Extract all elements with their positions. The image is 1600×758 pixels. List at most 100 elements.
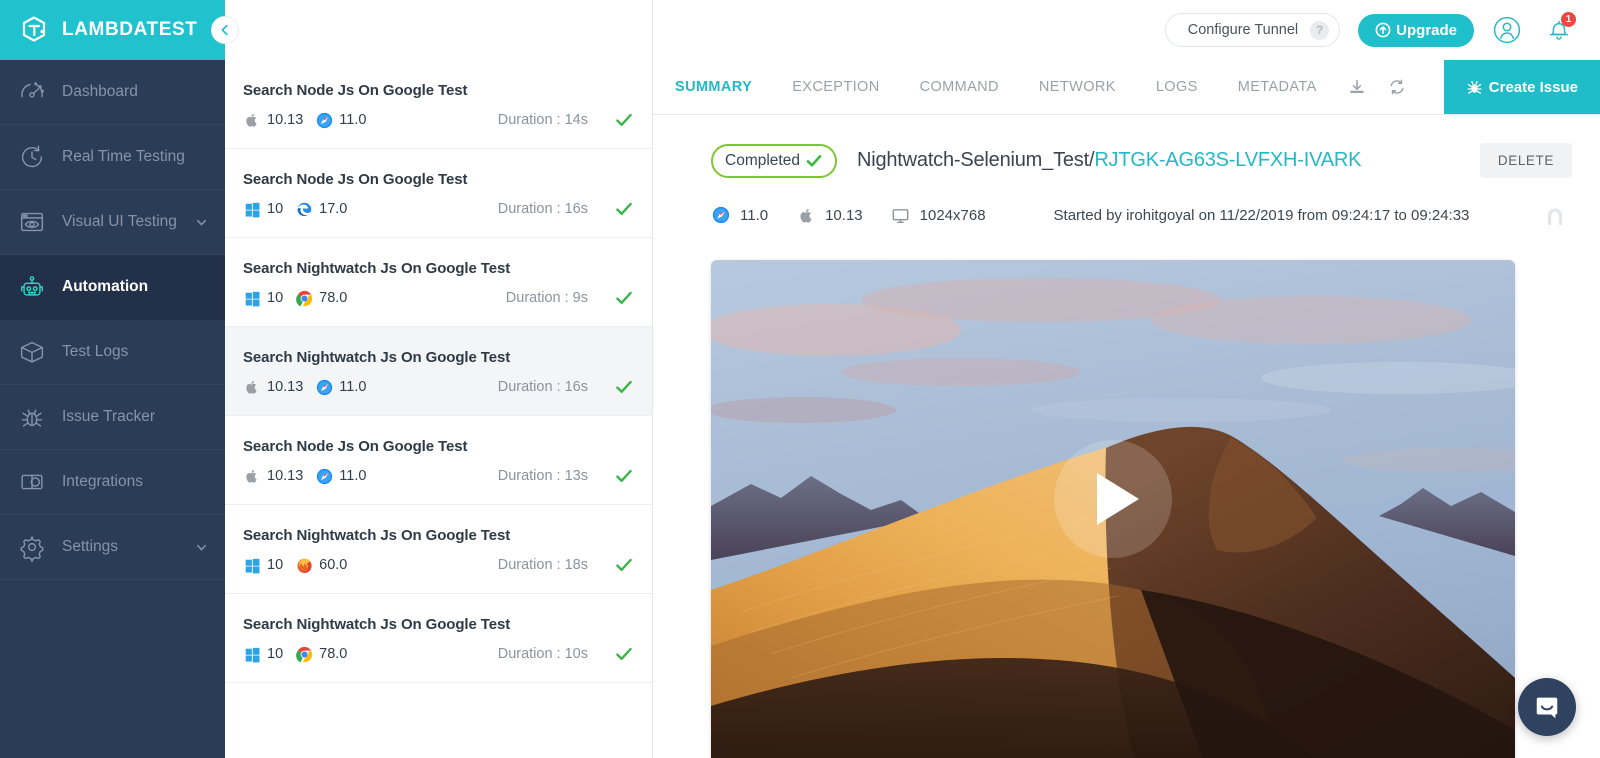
- green-check-icon: [805, 152, 823, 170]
- test-item-title: Search Node Js On Google Test: [243, 171, 634, 188]
- sidebar-item-label: Real Time Testing: [62, 148, 185, 166]
- refresh-button[interactable]: [1377, 60, 1417, 114]
- test-list: Search Node Js On Google Test 10.13 11.0 Du…: [225, 60, 652, 683]
- tab-summary[interactable]: SUMMARY: [653, 60, 772, 114]
- bug-icon: [1466, 79, 1483, 96]
- test-list-item[interactable]: Search Node Js On Google Test10.1311.0Du…: [225, 416, 652, 505]
- intercom-message-icon: [1533, 693, 1561, 721]
- sidebar-item-visual-ui-testing[interactable]: Visual UI Testing: [0, 190, 225, 255]
- green-check-icon: [614, 466, 634, 486]
- lambdatest-cube-logo-icon: [18, 13, 52, 47]
- test-list-panel[interactable]: Search Node Js On Google Test 10.13 11.0 Du…: [225, 0, 653, 758]
- apple-icon: [796, 205, 816, 225]
- user-circle-icon: [1493, 16, 1521, 44]
- started-info: Started by irohitgoyal on 11/22/2019 fro…: [1054, 207, 1470, 224]
- test-item-os-version: 10: [267, 290, 283, 306]
- sidebar-item-integrations[interactable]: Integrations: [0, 450, 225, 515]
- test-list-item[interactable]: Search Node Js On Google Test10.1311.0Du…: [225, 60, 652, 149]
- chevron-down-icon[interactable]: [195, 216, 207, 228]
- test-item-os-version: 10.13: [267, 468, 303, 484]
- test-item-browser-version: 78.0: [319, 646, 347, 662]
- windows-icon: [243, 556, 261, 574]
- sidebar-nav: Dashboard Real Time Testing Visual UI Test…: [0, 60, 225, 580]
- test-item-os-version: 10.13: [267, 379, 303, 395]
- tab-logs[interactable]: LOGS: [1136, 60, 1218, 114]
- safari-icon: [315, 378, 333, 396]
- test-item-meta: 10 78.0 Duration : 10s: [243, 644, 634, 664]
- configure-tunnel-button[interactable]: Configure Tunnel ?: [1165, 13, 1340, 47]
- tab-metadata[interactable]: METADATA: [1218, 60, 1337, 114]
- green-check-icon: [614, 555, 634, 575]
- test-list-item[interactable]: Search Nightwatch Js On Google Test 10.13…: [225, 327, 652, 416]
- browser-info: 11.0: [711, 205, 768, 225]
- monitor-icon: [891, 205, 911, 225]
- bug-icon: [16, 401, 48, 433]
- tab-exception[interactable]: EXCEPTION: [772, 60, 899, 114]
- safari-icon: [315, 111, 333, 129]
- chevron-down-icon[interactable]: [195, 541, 207, 553]
- sidebar-item-real-time-testing[interactable]: Real Time Testing: [0, 125, 225, 190]
- test-detail-header: Completed Nightwatch-Selenium_Test/RJTGK…: [653, 115, 1600, 232]
- test-item-duration: Duration : 14s: [498, 112, 588, 128]
- brand-header: LAMBDATEST: [0, 0, 225, 60]
- create-issue-button[interactable]: Create Issue: [1444, 60, 1600, 114]
- green-check-icon: [614, 110, 634, 130]
- test-environment-row: 11.0 10.13: [711, 198, 1572, 232]
- test-item-duration: Duration : 10s: [498, 646, 588, 662]
- sidebar-item-automation[interactable]: Automation: [0, 255, 225, 320]
- sidebar-item-label: Test Logs: [62, 343, 128, 361]
- status-label: Completed: [725, 152, 800, 170]
- test-list-item[interactable]: Search Nightwatch Js On Google Test1078.…: [225, 238, 652, 327]
- sidebar-item-issue-tracker[interactable]: Issue Tracker: [0, 385, 225, 450]
- download-icon: [1348, 78, 1366, 96]
- test-item-browser-version: 11.0: [339, 468, 366, 484]
- test-item-meta: 1017.0Duration : 16s: [243, 199, 634, 219]
- apple-icon: [243, 378, 261, 396]
- sidebar: LAMBDATEST Dashboard Real Time Testing Vis…: [0, 0, 225, 758]
- test-list-item[interactable]: Search Nightwatch Js On Google Test1078.…: [225, 594, 652, 683]
- safari-icon: [711, 205, 731, 225]
- test-item-meta: 1078.0Duration : 9s: [243, 288, 634, 308]
- windows-icon: [243, 200, 261, 218]
- test-item-duration: Duration : 13s: [498, 468, 588, 484]
- test-id-link[interactable]: RJTGK-AG63S-LVFXH-IVARK: [1094, 149, 1361, 171]
- chrome-icon: [295, 645, 313, 663]
- test-list-item[interactable]: Search Nightwatch Js On Google Test 10 60.…: [225, 505, 652, 594]
- arrow-up-circle-icon: [1375, 22, 1391, 38]
- page-title: Nightwatch-Selenium_Test/RJTGK-AG63S-LVF…: [857, 149, 1361, 172]
- test-detail-title-row: Completed Nightwatch-Selenium_Test/RJTGK…: [711, 143, 1572, 178]
- tab-command[interactable]: COMMAND: [900, 60, 1019, 114]
- tab-network[interactable]: NETWORK: [1019, 60, 1136, 114]
- delete-button[interactable]: DELETE: [1480, 143, 1572, 178]
- test-item-title: Search Nightwatch Js On Google Test: [243, 527, 634, 544]
- sidebar-item-label: Visual UI Testing: [62, 213, 177, 231]
- apple-icon: [243, 111, 261, 129]
- sidebar-item-label: Issue Tracker: [62, 408, 155, 426]
- account-button[interactable]: [1488, 11, 1526, 49]
- upgrade-label: Upgrade: [1396, 22, 1457, 39]
- chrome-icon: [295, 289, 313, 307]
- chat-widget-button[interactable]: [1518, 678, 1576, 736]
- create-issue-label: Create Issue: [1489, 79, 1578, 96]
- sidebar-item-settings[interactable]: Settings: [0, 515, 225, 580]
- notifications-button[interactable]: 1: [1540, 11, 1578, 49]
- windows-icon: [243, 289, 261, 307]
- upgrade-button[interactable]: Upgrade: [1358, 14, 1474, 47]
- test-video-player[interactable]: [711, 260, 1515, 758]
- test-item-duration: Duration : 18s: [498, 557, 588, 573]
- sidebar-item-label: Integrations: [62, 473, 143, 491]
- test-item-duration: Duration : 16s: [498, 379, 588, 395]
- download-button[interactable]: [1337, 60, 1377, 114]
- sidebar-collapse-button[interactable]: [211, 16, 239, 44]
- test-list-item[interactable]: Search Node Js On Google Test 1017.0Durat…: [225, 149, 652, 238]
- box-icon: [16, 336, 48, 368]
- play-button[interactable]: [1054, 440, 1172, 558]
- test-item-os-version: 10: [267, 557, 283, 573]
- tunnel-help-icon[interactable]: ?: [1310, 21, 1329, 40]
- sidebar-item-test-logs[interactable]: Test Logs: [0, 320, 225, 385]
- test-item-title: Search Nightwatch Js On Google Test: [243, 349, 634, 366]
- test-item-meta: 10 60.0 Duration : 18s: [243, 555, 634, 575]
- test-item-os-version: 10: [267, 646, 283, 662]
- sidebar-item-dashboard[interactable]: Dashboard: [0, 60, 225, 125]
- test-item-browser-version: 60.0: [319, 557, 347, 573]
